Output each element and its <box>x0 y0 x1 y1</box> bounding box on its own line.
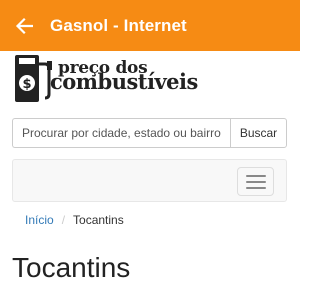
search-input[interactable] <box>12 118 230 148</box>
menu-bar <box>245 186 266 189</box>
logo-text-line2: combustíveis <box>50 69 198 94</box>
page-title: Tocantins <box>12 252 131 283</box>
navbar <box>12 159 287 202</box>
back-button[interactable] <box>2 0 46 51</box>
app-bar: Gasnol - Internet <box>0 0 300 51</box>
search-button[interactable]: Buscar <box>230 118 287 148</box>
menu-bar <box>245 180 266 183</box>
breadcrumb: Início / Tocantins <box>12 204 287 236</box>
search-bar: Buscar <box>12 118 287 148</box>
site-logo[interactable]: $ preço dos combustíveis <box>12 52 222 104</box>
app-title: Gasnol - Internet <box>50 15 187 35</box>
breadcrumb-current: Tocantins <box>73 213 124 227</box>
menu-bar <box>245 174 266 177</box>
breadcrumb-home-link[interactable]: Início <box>25 213 54 227</box>
arrow-back-icon <box>15 17 33 34</box>
breadcrumb-separator: / <box>61 213 66 227</box>
svg-text:$: $ <box>22 77 31 92</box>
hamburger-menu-icon[interactable] <box>237 167 274 196</box>
